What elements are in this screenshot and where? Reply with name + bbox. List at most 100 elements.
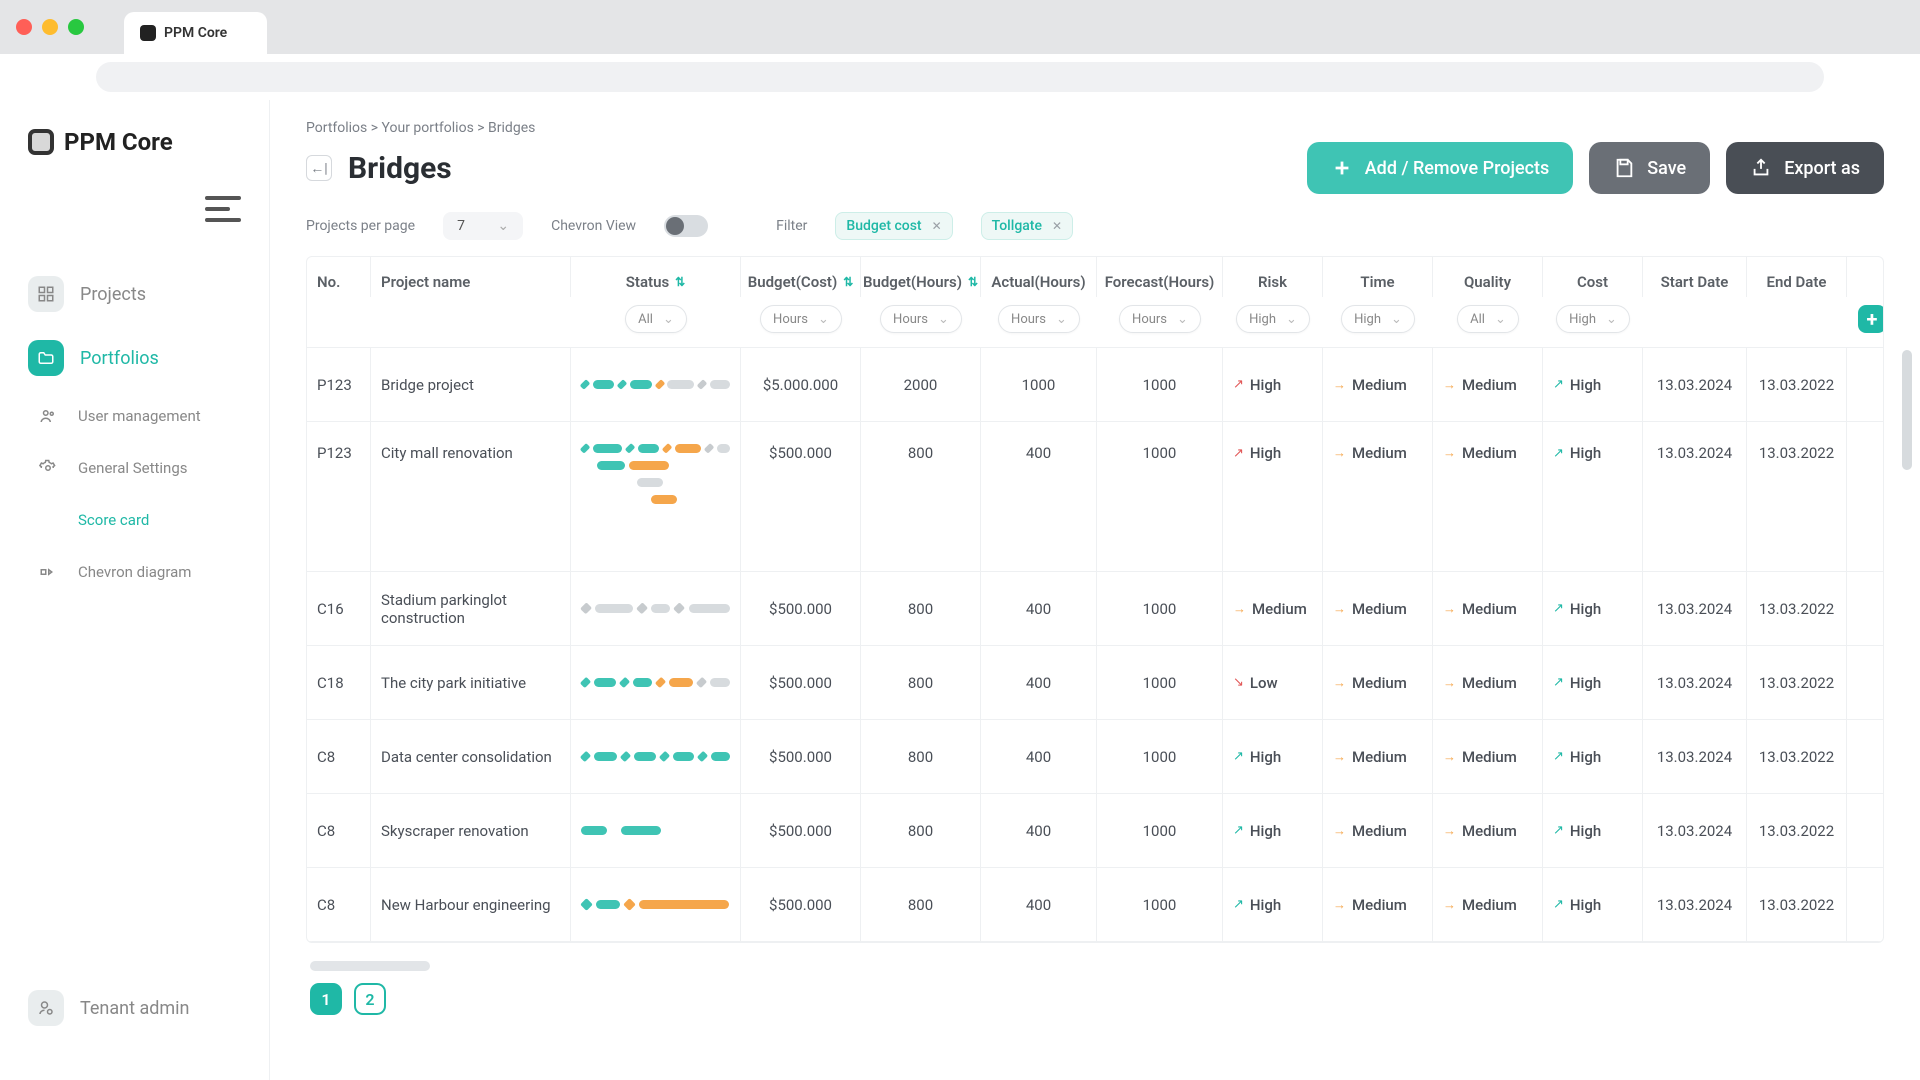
sidebar-item-label: General Settings xyxy=(78,459,188,477)
sidebar-item-score-card[interactable]: Score card xyxy=(0,494,269,546)
vertical-scrollbar[interactable] xyxy=(1902,350,1912,470)
column-header-status[interactable]: Status⇅ xyxy=(571,257,741,297)
column-header-end[interactable]: End Date xyxy=(1747,257,1847,297)
chevron-down-icon: ⌄ xyxy=(938,312,949,327)
table-cell-status[interactable] xyxy=(571,572,741,646)
table-cell-name[interactable]: City mall renovation xyxy=(371,422,571,572)
window-maximize-icon[interactable] xyxy=(68,19,84,35)
sort-icon: ⇅ xyxy=(843,275,853,289)
url-bar[interactable] xyxy=(96,62,1824,92)
chevron-view-label: Chevron View xyxy=(551,218,636,234)
table-cell-status[interactable] xyxy=(571,646,741,720)
column-filter-status: All⌄ xyxy=(571,297,741,348)
table-cell-quality: →Medium xyxy=(1433,572,1543,646)
filter-select-risk[interactable]: High⌄ xyxy=(1236,305,1310,333)
column-header-_add[interactable] xyxy=(1847,257,1884,297)
filter-select-cost[interactable]: High⌄ xyxy=(1556,305,1630,333)
table-cell-actual-hours: 400 xyxy=(981,868,1097,942)
table-cell-actual-hours: 400 xyxy=(981,794,1097,868)
app-logo: PPM Core xyxy=(0,120,269,186)
chevron-view-toggle[interactable] xyxy=(664,215,708,237)
add-remove-projects-button[interactable]: Add / Remove Projects xyxy=(1307,142,1574,194)
table-cell-actual-hours: 400 xyxy=(981,572,1097,646)
table-cell-budget-cost: $500.000 xyxy=(741,572,861,646)
table-cell-status[interactable] xyxy=(571,794,741,868)
filter-select-budget_cost[interactable]: Hours⌄ xyxy=(760,305,842,333)
filter-select-budget_hours[interactable]: Hours⌄ xyxy=(880,305,962,333)
table-cell-time: →Medium xyxy=(1323,348,1433,422)
chevron-down-icon: ⌄ xyxy=(1606,312,1617,327)
table-cell-name[interactable]: Skyscraper renovation xyxy=(371,794,571,868)
table-cell-status[interactable] xyxy=(571,868,741,942)
table-cell-time: →Medium xyxy=(1323,794,1433,868)
table-cell-name[interactable]: New Harbour engineering xyxy=(371,868,571,942)
column-header-budget_cost[interactable]: Budget(Cost)⇅ xyxy=(741,257,861,297)
window-close-icon[interactable] xyxy=(16,19,32,35)
table-cell-status[interactable] xyxy=(571,348,741,422)
sidebar-item-portfolios[interactable]: Portfolios xyxy=(0,326,269,390)
filter-select-actual_hours[interactable]: Hours⌄ xyxy=(998,305,1080,333)
close-icon[interactable]: ✕ xyxy=(1052,219,1062,233)
filter-select-quality[interactable]: All⌄ xyxy=(1457,305,1519,333)
browser-tab[interactable]: PPM Core xyxy=(124,12,267,54)
window-minimize-icon[interactable] xyxy=(42,19,58,35)
table-cell-spacer xyxy=(1847,794,1884,868)
table-cell-name[interactable]: Stadium parkinglot construction xyxy=(371,572,571,646)
chevron-down-icon: ⌄ xyxy=(1286,312,1297,327)
table-cell-name[interactable]: Bridge project xyxy=(371,348,571,422)
sidebar-item-user-management[interactable]: User management xyxy=(0,390,269,442)
column-header-cost[interactable]: Cost xyxy=(1543,257,1643,297)
column-header-budget_hours[interactable]: Budget(Hours)⇅ xyxy=(861,257,981,297)
page-1-button[interactable]: 1 xyxy=(310,983,342,1015)
sidebar-item-label: Projects xyxy=(80,284,146,305)
table-cell-quality: →Medium xyxy=(1433,348,1543,422)
table-cell-start: 13.03.2024 xyxy=(1643,646,1747,720)
table-cell-budget-hours: 800 xyxy=(861,572,981,646)
sidebar-item-projects[interactable]: Projects xyxy=(0,262,269,326)
button-label: Export as xyxy=(1784,158,1860,179)
horizontal-scrollbar[interactable] xyxy=(310,961,430,971)
main-content: Portfolios > Your portfolios > Bridges ←… xyxy=(270,100,1920,1080)
column-header-quality[interactable]: Quality xyxy=(1433,257,1543,297)
table-cell-start: 13.03.2024 xyxy=(1643,720,1747,794)
save-icon xyxy=(1613,157,1635,179)
table-cell-end: 13.03.2022 xyxy=(1747,422,1847,572)
add-column-button[interactable]: + xyxy=(1858,305,1884,333)
filter-chip-budget-cost[interactable]: Budget cost ✕ xyxy=(835,212,952,240)
table-cell-actual-hours: 400 xyxy=(981,422,1097,572)
table-cell-forecast-hours: 1000 xyxy=(1097,868,1223,942)
close-icon[interactable]: ✕ xyxy=(932,219,942,233)
table-cell-end: 13.03.2022 xyxy=(1747,720,1847,794)
table-cell-status[interactable] xyxy=(571,422,741,572)
page-2-button[interactable]: 2 xyxy=(354,983,386,1015)
export-button[interactable]: Export as xyxy=(1726,142,1884,194)
column-header-time[interactable]: Time xyxy=(1323,257,1433,297)
column-header-name[interactable]: Project name xyxy=(371,257,571,297)
table-cell-name[interactable]: The city park initiative xyxy=(371,646,571,720)
column-header-no[interactable]: No. xyxy=(307,257,371,297)
table-cell-status[interactable] xyxy=(571,720,741,794)
table-cell-quality: →Medium xyxy=(1433,720,1543,794)
table-cell-budget-hours: 2000 xyxy=(861,348,981,422)
sidebar-item-general-settings[interactable]: General Settings xyxy=(0,442,269,494)
filter-chip-tollgate[interactable]: Tollgate ✕ xyxy=(981,212,1073,240)
table-cell-name[interactable]: Data center consolidation xyxy=(371,720,571,794)
table-cell-cost: ↗High xyxy=(1543,794,1643,868)
per-page-select[interactable]: 7 ⌄ xyxy=(443,212,523,240)
table-cell-end: 13.03.2022 xyxy=(1747,646,1847,720)
chevron-down-icon: ⌄ xyxy=(1177,312,1188,327)
table-cell-cost: ↗High xyxy=(1543,348,1643,422)
column-header-start[interactable]: Start Date xyxy=(1643,257,1747,297)
filter-select-forecast_hours[interactable]: Hours⌄ xyxy=(1119,305,1201,333)
column-header-forecast_hours[interactable]: Forecast(Hours) xyxy=(1097,257,1223,297)
column-header-actual_hours[interactable]: Actual(Hours) xyxy=(981,257,1097,297)
column-header-risk[interactable]: Risk xyxy=(1223,257,1323,297)
sidebar-item-tenant-admin[interactable]: Tenant admin xyxy=(0,976,269,1040)
sidebar-item-chevron-diagram[interactable]: Chevron diagram xyxy=(0,546,269,598)
filter-select-status[interactable]: All⌄ xyxy=(625,305,687,333)
back-button[interactable]: ←| xyxy=(306,155,332,181)
filter-select-time[interactable]: High⌄ xyxy=(1341,305,1415,333)
save-button[interactable]: Save xyxy=(1589,142,1710,194)
menu-toggle-icon[interactable] xyxy=(205,196,241,222)
breadcrumb[interactable]: Portfolios > Your portfolios > Bridges xyxy=(306,120,1884,136)
